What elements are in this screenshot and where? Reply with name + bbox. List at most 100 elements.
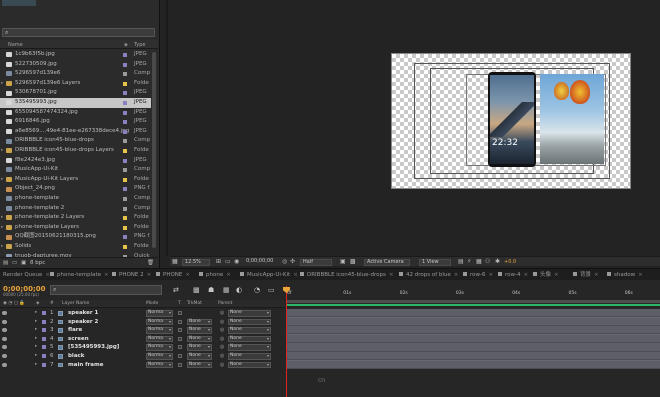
layer-name[interactable]: black bbox=[68, 352, 84, 361]
comp-tab[interactable]: 背景 × bbox=[573, 271, 599, 280]
layer-name[interactable]: [535495993.jpg] bbox=[68, 343, 119, 352]
layer-row[interactable]: ▸ 5 [535495993.jpg] Norma None ◎ None bbox=[0, 343, 284, 352]
flowchart-icon[interactable]: ⚇ bbox=[485, 258, 490, 265]
parent-pickwhip-icon[interactable]: ◎ bbox=[220, 309, 224, 318]
mask-icon[interactable]: ▭ bbox=[225, 258, 231, 265]
motion-blur-icon[interactable]: ◐ bbox=[236, 286, 242, 294]
label-color-swatch[interactable] bbox=[123, 72, 127, 77]
project-item[interactable]: ▸ 5296597d139e6 Layers Folde bbox=[0, 79, 156, 89]
camera-icon[interactable]: ◎ bbox=[282, 258, 287, 265]
comp-tab[interactable]: MusicApp-Ui-Kit × bbox=[240, 271, 298, 280]
project-scrollbar[interactable] bbox=[151, 50, 157, 256]
exposure-icon[interactable]: ✱ bbox=[495, 258, 500, 265]
resolution-select[interactable]: Half bbox=[300, 258, 332, 266]
trkmat-dropdown[interactable]: None bbox=[187, 327, 212, 334]
layer-name[interactable]: speaker 1 bbox=[68, 309, 98, 318]
label-color-swatch[interactable] bbox=[42, 328, 46, 333]
bpc-label[interactable]: 8 bpc bbox=[30, 260, 45, 266]
expand-arrow-icon[interactable]: ▸ bbox=[1, 213, 3, 223]
close-icon[interactable]: × bbox=[554, 272, 559, 278]
work-area-bar[interactable] bbox=[287, 300, 660, 303]
layer-name-header[interactable]: Layer Name bbox=[62, 301, 89, 306]
label-color-swatch[interactable] bbox=[42, 311, 46, 315]
close-icon[interactable]: × bbox=[293, 272, 298, 278]
parent-dropdown[interactable]: None bbox=[228, 318, 271, 326]
type-column-header[interactable]: Type bbox=[134, 42, 145, 48]
shy-layers-icon[interactable]: ☗ bbox=[208, 286, 214, 294]
close-icon[interactable]: × bbox=[389, 272, 394, 278]
label-color-swatch[interactable] bbox=[123, 139, 127, 144]
label-color-swatch[interactable] bbox=[123, 158, 127, 163]
always-preview-icon[interactable]: ▦ bbox=[172, 258, 178, 265]
project-item[interactable]: DRIBBBLE icon45-blue-drops Comp bbox=[0, 136, 156, 146]
parent-pickwhip-icon[interactable]: ◎ bbox=[220, 326, 224, 335]
project-item[interactable]: ▸ DRIBBBLE icon45-blue-drops Layers Folde bbox=[0, 146, 156, 156]
close-icon[interactable]: × bbox=[454, 272, 459, 278]
label-color-swatch[interactable] bbox=[42, 354, 46, 358]
parent-pickwhip-icon[interactable]: ◎ bbox=[220, 318, 224, 327]
project-search-input[interactable]: ⌕ bbox=[2, 28, 155, 37]
fast-preview-icon[interactable]: ⚡ bbox=[467, 258, 471, 265]
expand-arrow-icon[interactable]: ▸ bbox=[35, 326, 37, 335]
trkmat-dropdown[interactable]: None bbox=[187, 344, 212, 351]
expand-arrow-icon[interactable]: ▸ bbox=[35, 352, 37, 361]
graph-editor-icon[interactable]: ◔ bbox=[254, 286, 260, 294]
label-color-swatch[interactable] bbox=[123, 225, 127, 230]
comp-tab[interactable]: PHONE 2 × bbox=[112, 271, 151, 280]
region-icon[interactable]: ▣ bbox=[340, 258, 346, 265]
close-icon[interactable]: × bbox=[638, 272, 643, 278]
comp-tab[interactable]: 头像 × bbox=[533, 271, 559, 280]
expand-arrow-icon[interactable]: ▸ bbox=[1, 242, 3, 252]
layer-duration-bar[interactable] bbox=[287, 317, 660, 326]
expand-arrow-icon[interactable]: ▸ bbox=[1, 79, 3, 89]
label-color-swatch[interactable] bbox=[123, 187, 127, 192]
layer-row[interactable]: ▸ 2 speaker 2 Norma None ◎ None bbox=[0, 318, 284, 327]
expand-arrow-icon[interactable]: ▸ bbox=[1, 175, 3, 185]
transparency-grid-icon[interactable]: ▩ bbox=[350, 258, 356, 265]
layer-name[interactable]: flare bbox=[68, 326, 82, 335]
label-color-swatch[interactable] bbox=[123, 216, 127, 221]
parent-dropdown[interactable]: None bbox=[228, 327, 271, 334]
name-column-header[interactable]: Name bbox=[8, 42, 23, 48]
parent-pickwhip-icon[interactable]: ◎ bbox=[220, 343, 224, 352]
comp-tab[interactable]: row-4 × bbox=[498, 271, 528, 280]
layer-row[interactable]: ▸ 1 speaker 1 Norma ◎ None bbox=[0, 309, 284, 318]
close-icon[interactable]: × bbox=[594, 272, 599, 278]
timeline-search-input[interactable]: ⌕ bbox=[50, 285, 162, 295]
expand-arrow-icon[interactable]: ▸ bbox=[35, 343, 37, 352]
label-color-swatch[interactable] bbox=[42, 319, 46, 324]
parent-dropdown[interactable]: None bbox=[228, 353, 271, 360]
layer-duration-bar[interactable] bbox=[287, 343, 660, 352]
project-item[interactable]: a6e8569....49e4-81ee-e267338dece4.jpg JPE… bbox=[0, 127, 156, 137]
mode-header[interactable]: Mode bbox=[146, 301, 158, 306]
comp-mini-flowchart-icon[interactable]: ⇄ bbox=[173, 286, 179, 294]
visibility-eye-icon[interactable] bbox=[2, 345, 7, 350]
trkmat-header[interactable]: TrkMat bbox=[187, 301, 202, 306]
label-color-swatch[interactable] bbox=[123, 110, 127, 115]
label-color-swatch[interactable] bbox=[42, 362, 46, 367]
project-item[interactable]: 5296597d139e6 Comp bbox=[0, 69, 156, 79]
preserve-transparency-checkbox[interactable] bbox=[178, 311, 182, 315]
expand-arrow-icon[interactable]: ▸ bbox=[35, 335, 37, 344]
project-item[interactable]: 655094587474324.jpg JPEG bbox=[0, 108, 156, 118]
layer-duration-bar[interactable] bbox=[287, 334, 660, 343]
label-column-icon[interactable]: ◈ bbox=[124, 42, 128, 48]
comp-tab[interactable]: row-6 × bbox=[463, 271, 493, 280]
label-color-swatch[interactable] bbox=[123, 53, 127, 57]
project-item[interactable]: MusicApp-Ui-Kit Comp bbox=[0, 165, 156, 175]
preserve-transparency-checkbox[interactable] bbox=[178, 362, 182, 367]
project-item[interactable]: 6916846.jpg JPEG bbox=[0, 117, 156, 127]
new-composition-icon[interactable]: ▣ bbox=[21, 260, 26, 266]
visibility-eye-icon[interactable] bbox=[2, 328, 7, 333]
visibility-eye-icon[interactable] bbox=[2, 354, 7, 358]
close-icon[interactable]: × bbox=[104, 272, 109, 278]
close-icon[interactable]: × bbox=[185, 272, 190, 278]
label-column-icon[interactable]: ◈ bbox=[36, 301, 39, 306]
layer-row[interactable]: ▸ 4 screen Norma None ◎ None bbox=[0, 335, 284, 344]
project-item[interactable]: f8e2424e3.jpg JPEG bbox=[0, 156, 156, 166]
viewer-timecode[interactable]: 0;00;00;00 bbox=[244, 258, 286, 266]
project-item[interactable]: phone-template 2 Comp bbox=[0, 204, 156, 214]
layer-duration-bar[interactable] bbox=[287, 352, 660, 361]
parent-dropdown[interactable]: None bbox=[228, 361, 271, 369]
mode-dropdown[interactable]: Norma bbox=[146, 327, 173, 334]
